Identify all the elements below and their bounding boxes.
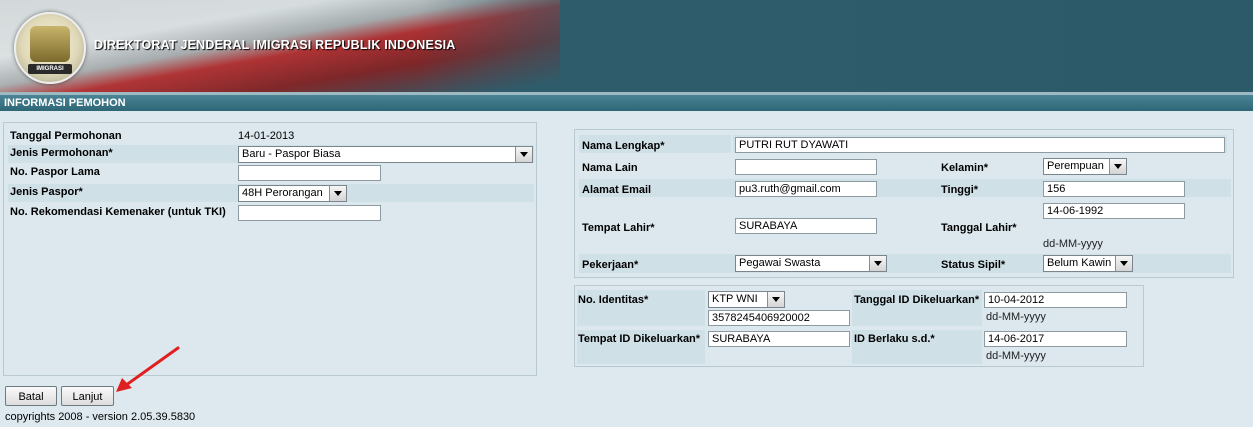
jenis-paspor-select[interactable]: 48H Perorangan bbox=[238, 185, 347, 202]
value-tanggal-permohonan: 14-01-2013 bbox=[238, 130, 295, 142]
no-identitas-input[interactable]: 3578245406920002 bbox=[708, 310, 850, 326]
personal-data-panel: Nama Lengkap* PUTRI RUT DYAWATI Nama Lai… bbox=[574, 129, 1234, 278]
header-banner: IMIGRASI DIREKTORAT JENDERAL IMIGRASI RE… bbox=[0, 0, 1253, 92]
nama-lain-input[interactable] bbox=[735, 159, 877, 175]
label-nama-lengkap: Nama Lengkap* bbox=[582, 140, 665, 152]
label-no-paspor-lama: No. Paspor Lama bbox=[10, 166, 100, 178]
label-tinggi: Tinggi* bbox=[941, 184, 979, 196]
row-no-paspor-lama: No. Paspor Lama bbox=[8, 164, 534, 182]
tinggi-input[interactable]: 156 bbox=[1043, 181, 1185, 197]
chevron-down-icon[interactable] bbox=[329, 186, 346, 201]
label-kelamin: Kelamin* bbox=[941, 162, 989, 174]
app-title: DIREKTORAT JENDERAL IMIGRASI REPUBLIK IN… bbox=[94, 38, 456, 52]
label-tanggal-id: Tanggal ID Dikeluarkan* bbox=[854, 294, 980, 306]
label-no-identitas: No. Identitas* bbox=[578, 294, 649, 306]
label-jenis-paspor: Jenis Paspor* bbox=[10, 186, 83, 198]
label-tempat-lahir: Tempat Lahir* bbox=[582, 222, 655, 234]
row-tanggal-permohonan: Tanggal Permohonan 14-01-2013 bbox=[8, 128, 534, 146]
id-berlaku-input[interactable]: 14-06-2017 bbox=[984, 331, 1127, 347]
chevron-down-icon[interactable] bbox=[515, 147, 532, 162]
tanggal-id-format-hint: dd-MM-yyyy bbox=[986, 311, 1046, 323]
footer-version: copyrights 2008 - version 2.05.39.5830 bbox=[5, 411, 196, 423]
no-rekomendasi-input[interactable] bbox=[238, 205, 381, 221]
tanggal-lahir-format-hint: dd-MM-yyyy bbox=[1043, 238, 1103, 250]
kelamin-select[interactable]: Perempuan bbox=[1043, 158, 1127, 175]
row-no-rekomendasi: No. Rekomendasi Kemenaker (untuk TKI) bbox=[8, 204, 534, 222]
label-tanggal-lahir: Tanggal Lahir* bbox=[941, 222, 1017, 234]
status-sipil-select[interactable]: Belum Kawin bbox=[1043, 255, 1133, 272]
pekerjaan-select[interactable]: Pegawai Swasta bbox=[735, 255, 887, 272]
email-input[interactable]: pu3.ruth@gmail.com bbox=[735, 181, 877, 197]
jenis-permohonan-select[interactable]: Baru - Paspor Biasa bbox=[238, 146, 533, 163]
application-info-panel: Tanggal Permohonan 14-01-2013 Jenis Perm… bbox=[3, 122, 537, 376]
label-pekerjaan: Pekerjaan* bbox=[582, 259, 639, 271]
label-no-rekomendasi: No. Rekomendasi Kemenaker (untuk TKI) bbox=[10, 206, 226, 218]
row-jenis-permohonan: Jenis Permohonan* Baru - Paspor Biasa bbox=[8, 145, 534, 163]
tempat-id-input[interactable]: SURABAYA bbox=[708, 331, 850, 347]
section-title: INFORMASI PEMOHON bbox=[0, 95, 1253, 111]
tanggal-id-input[interactable]: 10-04-2012 bbox=[984, 292, 1127, 308]
tempat-lahir-input[interactable]: SURABAYA bbox=[735, 218, 877, 234]
jenis-identitas-select[interactable]: KTP WNI bbox=[708, 291, 785, 308]
logo-ribbon: IMIGRASI bbox=[28, 64, 72, 74]
label-nama-lain: Nama Lain bbox=[582, 162, 638, 174]
imigrasi-logo-icon: IMIGRASI bbox=[14, 12, 86, 84]
label-tempat-id: Tempat ID Dikeluarkan* bbox=[578, 333, 701, 345]
label-id-berlaku: ID Berlaku s.d.* bbox=[854, 333, 935, 345]
lanjut-button[interactable]: Lanjut bbox=[61, 386, 114, 406]
tanggal-lahir-input[interactable]: 14-06-1992 bbox=[1043, 203, 1185, 219]
nama-lengkap-input[interactable]: PUTRI RUT DYAWATI bbox=[735, 137, 1225, 153]
chevron-down-icon[interactable] bbox=[869, 256, 886, 271]
annotation-arrow-icon bbox=[116, 346, 180, 392]
chevron-down-icon[interactable] bbox=[767, 292, 784, 307]
id-berlaku-format-hint: dd-MM-yyyy bbox=[986, 350, 1046, 362]
no-paspor-lama-input[interactable] bbox=[238, 165, 381, 181]
label-tanggal-permohonan: Tanggal Permohonan bbox=[10, 130, 122, 142]
label-email: Alamat Email bbox=[582, 184, 652, 196]
chevron-down-icon[interactable] bbox=[1109, 159, 1126, 174]
row-jenis-paspor: Jenis Paspor* 48H Perorangan bbox=[8, 184, 534, 202]
chevron-down-icon[interactable] bbox=[1115, 256, 1132, 271]
batal-button[interactable]: Batal bbox=[5, 386, 57, 406]
identity-panel: No. Identitas* KTP WNI 3578245406920002 … bbox=[574, 285, 1144, 367]
label-status-sipil: Status Sipil* bbox=[941, 259, 1006, 271]
label-jenis-permohonan: Jenis Permohonan* bbox=[10, 147, 113, 159]
